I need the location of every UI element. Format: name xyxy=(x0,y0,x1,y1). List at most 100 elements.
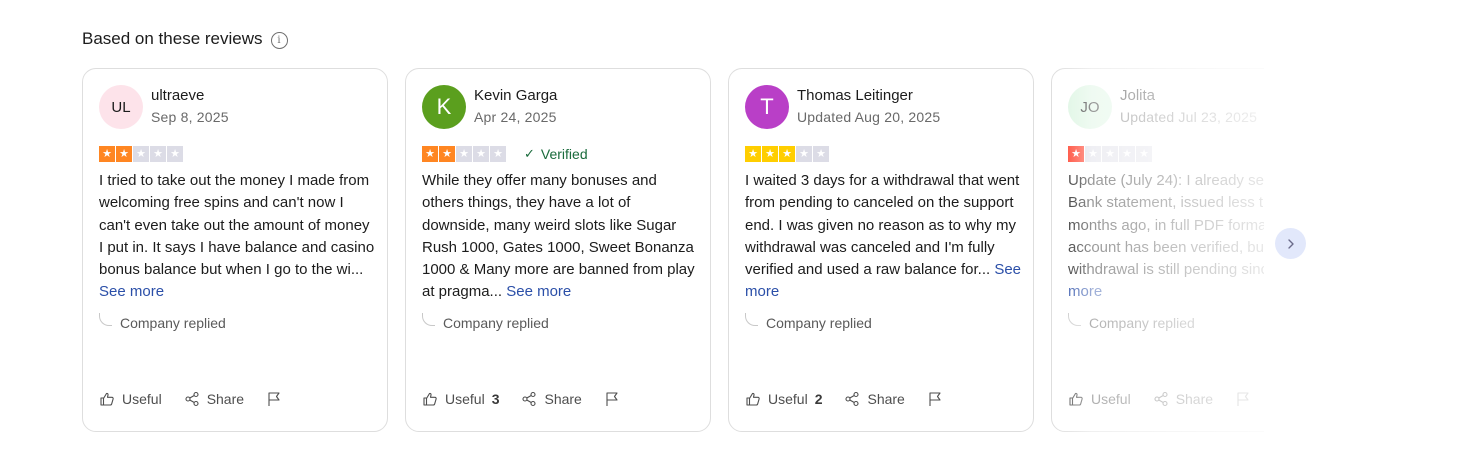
info-icon[interactable]: i xyxy=(270,32,288,49)
star-empty-icon: ★ xyxy=(1119,146,1135,162)
reply-icon xyxy=(745,313,758,327)
avatar-initials: K xyxy=(436,94,452,119)
review-text: I tried to take out the money I made fro… xyxy=(99,172,375,279)
flag-icon xyxy=(1237,392,1249,406)
share-label: Share xyxy=(206,391,245,407)
avatar[interactable]: T xyxy=(745,85,789,129)
reviewer-info: Jolita Updated Jul 23, 2025 xyxy=(1120,87,1257,125)
flag-icon xyxy=(606,392,618,406)
avatar[interactable]: JO xyxy=(1068,85,1112,129)
review-date: Updated Jul 23, 2025 xyxy=(1120,109,1258,125)
share-button[interactable]: Share xyxy=(184,391,244,407)
review-text: Update (July 24): I already sent Lloyds … xyxy=(1068,172,1264,279)
star-filled-icon: ★ xyxy=(745,146,761,162)
company-replied-label: Company replied xyxy=(1089,314,1195,331)
avatar-initials: T xyxy=(760,94,774,119)
thumbs-up-icon xyxy=(100,392,114,406)
review-date: Sep 8, 2025 xyxy=(151,109,229,125)
carousel-next-button[interactable] xyxy=(1275,228,1306,259)
chevron-right-icon xyxy=(1287,238,1294,249)
star-empty-icon: ★ xyxy=(456,146,472,162)
company-replied-label: Company replied xyxy=(766,314,872,331)
review-text: While they offer many bonuses and others… xyxy=(422,172,695,301)
useful-label: Useful xyxy=(1091,391,1131,407)
star-filled-icon: ★ xyxy=(439,146,455,162)
star-filled-icon: ★ xyxy=(1068,146,1084,162)
useful-button[interactable]: Useful 2 xyxy=(745,391,822,407)
company-replied[interactable]: Company replied xyxy=(99,312,377,334)
rating-row: ★ ★ ★ ★ ★ xyxy=(745,146,829,162)
flag-icon xyxy=(268,392,280,406)
useful-button[interactable]: Useful 3 xyxy=(422,391,499,407)
avatar-initials: JO xyxy=(1080,98,1100,116)
company-replied[interactable]: Company replied xyxy=(745,312,1023,334)
star-filled-icon: ★ xyxy=(99,146,115,162)
star-rating: ★ ★ ★ ★ ★ xyxy=(422,146,506,162)
review-actions: Useful Share xyxy=(1068,391,1264,407)
review-cards: UL ultraeve Sep 8, 2025 ★ ★ ★ ★ ★ I tried to… xyxy=(82,68,1264,432)
reviewer-info: Thomas Leitinger Updated Aug 20, 2025 xyxy=(797,87,940,125)
star-empty-icon: ★ xyxy=(1102,146,1118,162)
company-replied-label: Company replied xyxy=(120,314,226,331)
review-text: I waited 3 days for a withdrawal that we… xyxy=(745,172,1020,279)
star-empty-icon: ★ xyxy=(150,146,166,162)
star-empty-icon: ★ xyxy=(167,146,183,162)
useful-label: Useful xyxy=(445,391,485,407)
review-body: Update (July 24): I already sent Lloyds … xyxy=(1068,170,1264,334)
share-button[interactable]: Share xyxy=(844,391,905,407)
company-replied[interactable]: Company replied xyxy=(1068,312,1264,334)
star-empty-icon: ★ xyxy=(1136,146,1152,162)
star-empty-icon: ★ xyxy=(796,146,812,162)
review-body: I waited 3 days for a withdrawal that we… xyxy=(745,170,1023,334)
star-filled-icon: ★ xyxy=(762,146,778,162)
report-button[interactable] xyxy=(266,391,282,407)
share-button[interactable]: Share xyxy=(1153,391,1213,407)
reviewer-name[interactable]: Kevin Garga xyxy=(474,87,557,104)
reviewer-name[interactable]: Thomas Leitinger xyxy=(797,87,940,104)
thumbs-up-icon xyxy=(746,392,760,406)
share-button[interactable]: Share xyxy=(521,391,582,407)
star-empty-icon: ★ xyxy=(133,146,149,162)
star-empty-icon: ★ xyxy=(473,146,489,162)
see-more-link[interactable]: See more xyxy=(99,283,164,300)
useful-count: 3 xyxy=(491,391,500,407)
section-header: Based on these reviews i xyxy=(82,29,288,49)
section-title: Based on these reviews xyxy=(82,29,263,48)
company-replied[interactable]: Company replied xyxy=(422,312,700,334)
share-label: Share xyxy=(1175,391,1214,407)
review-card: K Kevin Garga Apr 24, 2025 ★ ★ ★ ★ ★ ✓ Verifi… xyxy=(405,68,711,432)
reviewer-info: Kevin Garga Apr 24, 2025 xyxy=(474,87,557,125)
rating-row: ★ ★ ★ ★ ★ ✓ Verified xyxy=(422,146,588,162)
star-rating: ★ ★ ★ ★ ★ xyxy=(745,146,829,162)
share-icon xyxy=(522,391,537,407)
avatar[interactable]: K xyxy=(422,85,466,129)
star-rating: ★ ★ ★ ★ ★ xyxy=(99,146,183,162)
flag-icon xyxy=(929,392,941,406)
star-filled-icon: ★ xyxy=(779,146,795,162)
star-empty-icon: ★ xyxy=(1085,146,1101,162)
useful-button[interactable]: Useful xyxy=(99,391,162,407)
star-empty-icon: ★ xyxy=(490,146,506,162)
useful-button[interactable]: Useful xyxy=(1068,391,1131,407)
report-button[interactable] xyxy=(604,391,620,407)
reply-icon xyxy=(99,313,112,327)
review-date: Apr 24, 2025 xyxy=(474,109,557,125)
report-button[interactable] xyxy=(927,391,943,407)
verified-badge[interactable]: ✓ Verified xyxy=(524,146,588,162)
star-empty-icon: ★ xyxy=(813,146,829,162)
reviewer-name[interactable]: ultraeve xyxy=(151,87,229,104)
avatar[interactable]: UL xyxy=(99,85,143,129)
verified-label: Verified xyxy=(540,146,588,162)
report-button[interactable] xyxy=(1235,391,1251,407)
reviewer-name[interactable]: Jolita xyxy=(1120,87,1257,104)
thumbs-up-icon xyxy=(423,392,437,406)
company-replied-label: Company replied xyxy=(443,314,549,331)
reviewer-info: ultraeve Sep 8, 2025 xyxy=(151,87,229,125)
rating-row: ★ ★ ★ ★ ★ xyxy=(99,146,183,162)
review-card: JO Jolita Updated Jul 23, 2025 ★ ★ ★ ★ ★ Upd… xyxy=(1051,68,1264,432)
see-more-link[interactable]: See more xyxy=(506,283,571,300)
useful-label: Useful xyxy=(768,391,808,407)
reviews-carousel: UL ultraeve Sep 8, 2025 ★ ★ ★ ★ ★ I tried to… xyxy=(82,68,1264,434)
useful-label: Useful xyxy=(122,391,162,407)
review-card: UL ultraeve Sep 8, 2025 ★ ★ ★ ★ ★ I tried to… xyxy=(82,68,388,432)
